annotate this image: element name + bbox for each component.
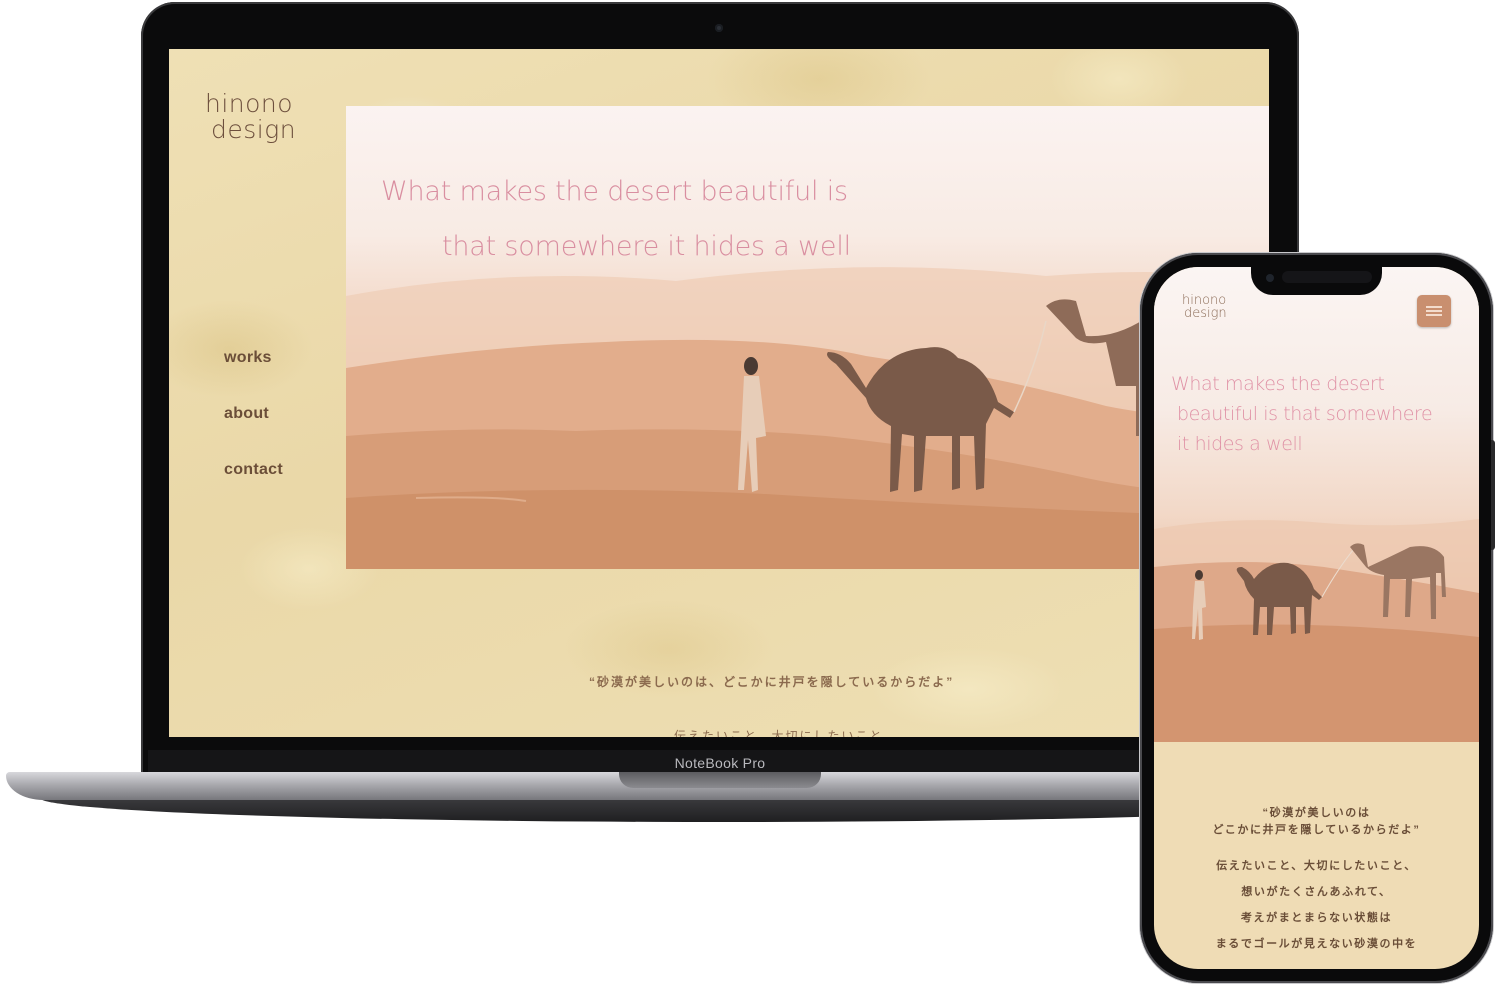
mobile-quote-line-1: “砂漠が美しいのは: [1262, 807, 1371, 819]
hero-heading-line-2: that somewhere it hides a well: [442, 231, 851, 262]
phone-camera-icon: [1266, 274, 1274, 282]
nav-item-works[interactable]: works: [224, 349, 283, 367]
mobile-logo-line-2: design: [1184, 306, 1227, 321]
mobile-paragraph: 伝えたいこと、大切にしたいこと、 想いがたくさんあふれて、 考えがまとまらない状…: [1154, 853, 1479, 957]
laptop-trackpad-notch: [619, 772, 821, 788]
hero-heading-line-1: What makes the desert beautiful is: [381, 176, 848, 207]
mobile-paragraph-line-3: 考えがまとまらない状態は: [1240, 912, 1393, 924]
intro-text: 伝えたいこと、大切にしたいこと: [674, 729, 884, 737]
main-nav: works about contact: [224, 349, 283, 517]
phone-screen: hinono design What makes the desert beau…: [1154, 267, 1479, 969]
mobile-paragraph-line-1: 伝えたいこと、大切にしたいこと、: [1216, 860, 1417, 872]
phone-speaker: [1282, 271, 1372, 283]
nav-item-about[interactable]: about: [224, 405, 283, 423]
hamburger-menu-icon[interactable]: [1417, 295, 1451, 327]
mobile-hero-heading: What makes the desert beautiful is that …: [1171, 369, 1433, 459]
logo-line-2: design: [211, 115, 297, 144]
phone-desert-scene: [1154, 519, 1479, 742]
mobile-site-logo[interactable]: hinono design: [1182, 294, 1227, 320]
hero-image: What makes the desert beautiful is that …: [346, 106, 1269, 569]
laptop-screen: hinono design works about contact What m…: [169, 49, 1269, 737]
mobile-paragraph-line-4: まるでゴールが見えない砂漠の中を: [1215, 938, 1418, 950]
mobile-paragraph-line-2: 想いがたくさんあふれて、: [1241, 886, 1392, 898]
site-logo[interactable]: hinono design: [205, 91, 305, 143]
mobile-hero-line-3: it hides a well: [1177, 433, 1303, 455]
mobile-quote-line-2: どこかに井戸を隠しているからだよ”: [1212, 824, 1421, 836]
mobile-hero-line-1: What makes the desert: [1171, 373, 1385, 395]
mobile-intro-section: “砂漠が美しいのは どこかに井戸を隠しているからだよ” 伝えたいこと、大切にした…: [1154, 805, 1479, 957]
mobile-quote: “砂漠が美しいのは どこかに井戸を隠しているからだよ”: [1154, 805, 1479, 839]
camera-icon: [715, 24, 723, 32]
phone-side-button: [1491, 440, 1495, 550]
mobile-hero-line-2: beautiful is that somewhere: [1177, 403, 1433, 425]
quote-text: “砂漠が美しいのは、どこかに井戸を隠しているからだよ”: [589, 675, 955, 689]
logo-line-1: hinono: [205, 89, 294, 118]
phone-hero-image: hinono design What makes the desert beau…: [1154, 267, 1479, 742]
nav-item-contact[interactable]: contact: [224, 461, 283, 479]
